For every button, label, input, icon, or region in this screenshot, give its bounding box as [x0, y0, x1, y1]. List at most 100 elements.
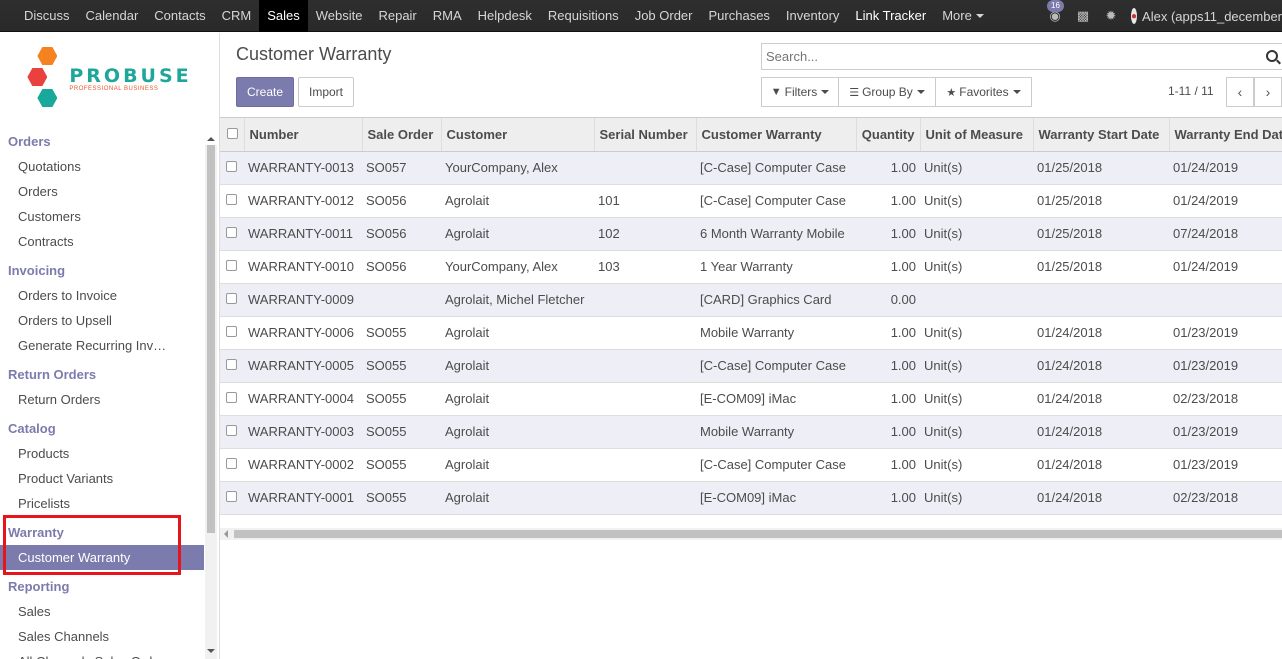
nav-item-contacts[interactable]: Contacts: [146, 0, 213, 32]
cell-number: WARRANTY-0001: [244, 481, 362, 515]
column-header-customer-warranty[interactable]: Customer Warranty: [696, 118, 857, 152]
scroll-down-icon[interactable]: [207, 649, 215, 653]
table-row[interactable]: WARRANTY-0006 SO055 Agrolait Mobile Warrant…: [220, 316, 1282, 350]
nav-item-sales[interactable]: Sales: [259, 0, 308, 32]
navbar-systray: ◉ 16 ▩ ✹ ● Alex (apps11_december: [1041, 0, 1282, 32]
chat-icon[interactable]: ▩: [1069, 8, 1097, 24]
sidebar-item-orders-to-invoice[interactable]: Orders to Invoice: [0, 283, 204, 308]
column-header-warranty-end-date[interactable]: Warranty End Date: [1169, 118, 1282, 152]
row-select-cell: [220, 316, 244, 350]
column-header-number[interactable]: Number: [244, 118, 363, 152]
row-checkbox[interactable]: [226, 425, 237, 436]
import-button[interactable]: Import: [298, 77, 354, 107]
cell-number: WARRANTY-0012: [244, 184, 362, 218]
column-header-sale-order[interactable]: Sale Order: [362, 118, 442, 152]
filters-button[interactable]: ▼ Filters: [761, 77, 839, 107]
row-checkbox[interactable]: [226, 194, 237, 205]
sidebar-item-all-channels-sales-orders[interactable]: All Channels Sales Orders: [0, 649, 204, 659]
sidebar-item-sales-channels[interactable]: Sales Channels: [0, 624, 204, 649]
nav-item-link-tracker[interactable]: Link Tracker: [847, 0, 934, 32]
sidebar-item-sales[interactable]: Sales: [0, 599, 204, 624]
nav-item-repair[interactable]: Repair: [370, 0, 424, 32]
cell-quantity: 1.00: [856, 151, 920, 185]
cell-warranty-end-date: 01/23/2019: [1169, 448, 1282, 482]
row-checkbox[interactable]: [226, 293, 237, 304]
table-row[interactable]: WARRANTY-0003 SO055 Agrolait Mobile Warrant…: [220, 415, 1282, 449]
column-header-serial-number[interactable]: Serial Number: [594, 118, 697, 152]
horizontal-scroll-thumb[interactable]: [234, 530, 1282, 538]
row-checkbox[interactable]: [226, 227, 237, 238]
messages-icon[interactable]: ◉ 16: [1041, 0, 1069, 24]
company-logo[interactable]: PROBUSE PROFESSIONAL BUSINESS: [0, 33, 219, 125]
sidebar-item-orders-to-upsell[interactable]: Orders to Upsell: [0, 308, 204, 333]
row-select-cell: [220, 448, 244, 482]
table-row[interactable]: WARRANTY-0005 SO055 Agrolait [C-Case] Compu…: [220, 349, 1282, 383]
sidebar-item-orders[interactable]: Orders: [0, 179, 204, 204]
favorites-button[interactable]: ★ Favorites: [935, 77, 1032, 107]
table-row[interactable]: WARRANTY-0012 SO056 Agrolait 101 [C-Case] Co…: [220, 184, 1282, 218]
nav-item-inventory[interactable]: Inventory: [778, 0, 847, 32]
row-checkbox[interactable]: [226, 458, 237, 469]
nav-more-menu[interactable]: More: [934, 0, 992, 32]
row-select-cell: [220, 349, 244, 383]
column-header-unit-of-measure[interactable]: Unit of Measure: [920, 118, 1034, 152]
sidebar-item-products[interactable]: Products: [0, 441, 204, 466]
row-checkbox[interactable]: [226, 392, 237, 403]
pager-next-button[interactable]: ›: [1254, 77, 1282, 107]
nav-item-job-order[interactable]: Job Order: [627, 0, 701, 32]
column-header-warranty-start-date[interactable]: Warranty Start Date: [1033, 118, 1170, 152]
table-row[interactable]: WARRANTY-0011 SO056 Agrolait 102 6 Month War…: [220, 217, 1282, 251]
row-checkbox[interactable]: [226, 491, 237, 502]
pager-previous-button[interactable]: ‹: [1226, 77, 1254, 107]
cell-customer-warranty: [CARD] Graphics Card: [696, 283, 856, 317]
table-row[interactable]: WARRANTY-0002 SO055 Agrolait [C-Case] Compu…: [220, 448, 1282, 482]
sidebar-scroll-thumb[interactable]: [207, 145, 215, 533]
table-row[interactable]: WARRANTY-0010 SO056 YourCompany, Alex 103 1 …: [220, 250, 1282, 284]
search-input[interactable]: [766, 49, 1256, 64]
sidebar-item-product-variants[interactable]: Product Variants: [0, 466, 204, 491]
sidebar-item-pricelists[interactable]: Pricelists: [0, 491, 204, 516]
create-button[interactable]: Create: [236, 77, 294, 107]
table-row[interactable]: WARRANTY-0009 Agrolait, Michel Fletcher [C…: [220, 283, 1282, 317]
column-header-quantity[interactable]: Quantity: [856, 118, 921, 152]
table-row[interactable]: WARRANTY-0001 SO055 Agrolait [E-COM09] iMac…: [220, 481, 1282, 515]
sidebar-item-return-orders[interactable]: Return Orders: [0, 387, 204, 412]
nav-item-purchases[interactable]: Purchases: [701, 0, 778, 32]
nav-item-website[interactable]: Website: [308, 0, 371, 32]
table-row[interactable]: WARRANTY-0013 SO057 YourCompany, Alex [C-Ca…: [220, 151, 1282, 185]
nav-item-helpdesk[interactable]: Helpdesk: [470, 0, 540, 32]
sidebar-section-orders: Orders: [8, 134, 51, 149]
caret-down-icon: [1012, 90, 1021, 94]
cell-warranty-end-date: 01/23/2019: [1169, 349, 1282, 383]
row-checkbox[interactable]: [226, 161, 237, 172]
cell-sale-order: SO055: [362, 481, 441, 515]
sidebar-item-contracts[interactable]: Contracts: [0, 229, 204, 254]
nav-item-crm[interactable]: CRM: [214, 0, 260, 32]
debug-bug-icon[interactable]: ✹: [1097, 8, 1125, 24]
avatar: ●: [1131, 8, 1138, 24]
horizontal-scrollbar[interactable]: [220, 528, 1282, 540]
nav-item-calendar[interactable]: Calendar: [78, 0, 147, 32]
search-icon[interactable]: [1266, 50, 1278, 62]
nav-item-requisitions[interactable]: Requisitions: [540, 0, 627, 32]
pager-value[interactable]: 1-11 / 11: [1168, 84, 1214, 98]
groupby-button[interactable]: ☰ Group By: [838, 77, 936, 107]
row-checkbox[interactable]: [226, 326, 237, 337]
user-menu[interactable]: ● Alex (apps11_december: [1125, 8, 1282, 24]
scroll-left-icon[interactable]: [224, 530, 228, 538]
cell-sale-order: SO056: [362, 184, 441, 218]
nav-item-discuss[interactable]: Discuss: [16, 0, 78, 32]
cell-unit-of-measure: Unit(s): [920, 316, 1033, 350]
column-header-customer[interactable]: Customer: [441, 118, 595, 152]
row-checkbox[interactable]: [226, 359, 237, 370]
nav-item-rma[interactable]: RMA: [425, 0, 470, 32]
select-all-checkbox[interactable]: [227, 127, 238, 139]
sidebar-item-quotations[interactable]: Quotations: [0, 154, 204, 179]
table-row[interactable]: WARRANTY-0004 SO055 Agrolait [E-COM09] iMac…: [220, 382, 1282, 416]
scroll-up-icon[interactable]: [207, 137, 215, 141]
sidebar-item-customers[interactable]: Customers: [0, 204, 204, 229]
sidebar-item-generate-recurring-inv[interactable]: Generate Recurring Inv…: [0, 333, 204, 358]
row-checkbox[interactable]: [226, 260, 237, 271]
sidebar-scrollbar[interactable]: [205, 137, 217, 659]
logo-title: PROBUSE: [69, 65, 192, 87]
